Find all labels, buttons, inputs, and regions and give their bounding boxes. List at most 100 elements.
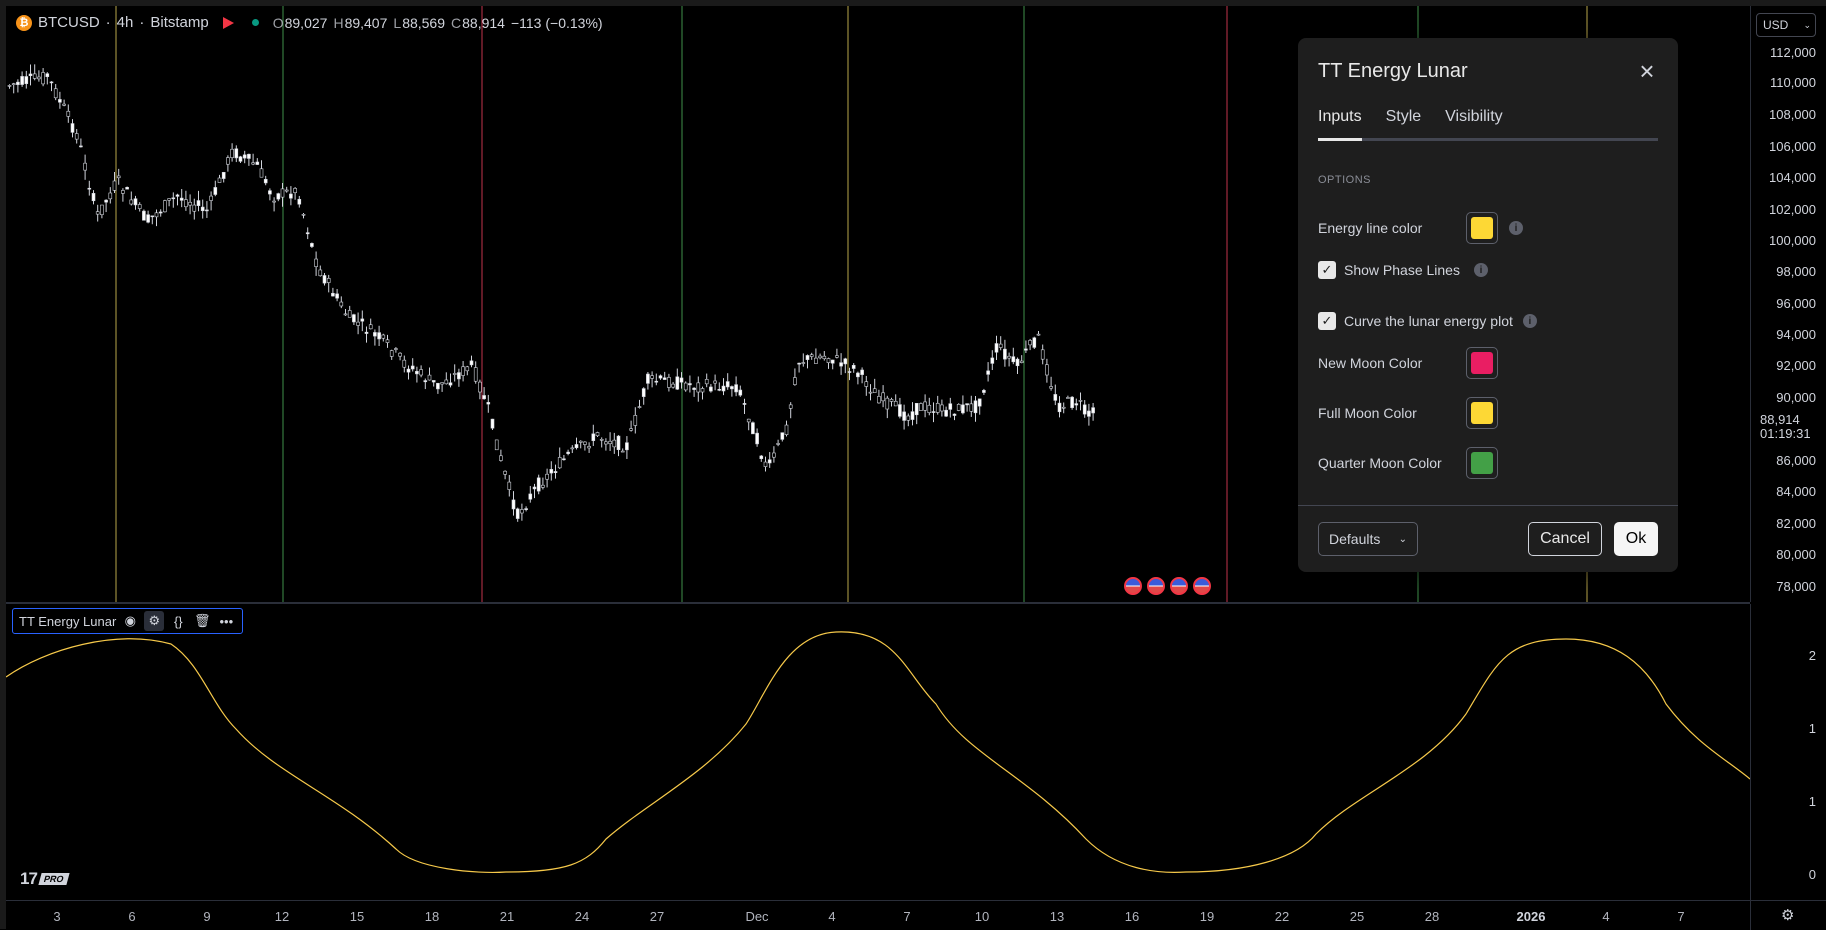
candle-body <box>503 470 507 475</box>
candle-body <box>1078 400 1083 402</box>
time-tick-label: 9 <box>203 909 211 924</box>
tab-inputs[interactable]: Inputs <box>1318 108 1362 141</box>
symbol-interval[interactable]: 4h <box>117 14 134 31</box>
candle-body <box>221 172 226 179</box>
flag-icon[interactable] <box>222 16 234 29</box>
candle-body <box>696 382 701 393</box>
info-icon[interactable]: i <box>1509 221 1523 235</box>
full-moon-color-swatch[interactable] <box>1466 397 1498 429</box>
candle-body <box>1036 333 1041 336</box>
eye-icon[interactable]: ◉ <box>120 611 140 631</box>
time-tick-label: 7 <box>903 909 911 924</box>
source-code-icon[interactable]: {} <box>168 611 188 631</box>
energy-line-color-swatch[interactable] <box>1466 212 1498 244</box>
candle-body <box>125 187 129 190</box>
candle-body <box>263 179 268 184</box>
candle-body <box>662 377 667 380</box>
candle-body <box>11 83 16 85</box>
show-phase-lines-label[interactable]: Show Phase Lines <box>1344 262 1460 278</box>
candle-body <box>738 389 743 396</box>
ohlc-values: O89,027 H89,407 L88,569 C88,914 −113 (−0… <box>273 15 603 31</box>
candle-body <box>868 391 873 394</box>
bar-countdown: 01:19:31 <box>1760 426 1811 441</box>
color-fill <box>1471 452 1493 474</box>
us-event-icon[interactable] <box>1193 577 1211 595</box>
candle-body <box>16 81 20 85</box>
us-event-icon[interactable] <box>1170 577 1188 595</box>
candle-body <box>751 422 755 435</box>
full-moon-color-label: Full Moon Color <box>1318 405 1417 421</box>
candle-body <box>633 415 638 426</box>
candle-body <box>889 399 894 402</box>
candle-body <box>154 212 159 218</box>
close-icon[interactable]: × <box>1634 58 1660 84</box>
tab-style[interactable]: Style <box>1386 108 1422 138</box>
quarter-moon-color-row: Quarter Moon Color <box>1318 455 1442 471</box>
time-axis[interactable]: 3 6 9 12 15 18 21 24 27 Dec 4 7 10 13 16 19 22 25 28 2026 4 7 <box>6 900 1750 930</box>
chevron-down-icon: ⌄ <box>1803 19 1811 30</box>
curve-plot-row[interactable]: ✓ Curve the lunar energy plot i <box>1318 312 1537 330</box>
candle-body <box>1049 386 1053 389</box>
time-tick-label: 12 <box>274 909 290 924</box>
candle-body <box>368 324 373 330</box>
candle-body <box>801 362 806 364</box>
candle-body <box>507 481 512 490</box>
legend-separator: · <box>105 14 111 31</box>
settings-icon[interactable]: ⚙ <box>1781 906 1794 924</box>
cancel-button[interactable]: Cancel <box>1528 522 1602 556</box>
candle-body <box>788 404 793 409</box>
oscillator-pane[interactable] <box>6 604 1750 900</box>
candle-body <box>310 243 314 247</box>
show-phase-lines-checkbox[interactable]: ✓ <box>1318 261 1336 279</box>
candle-body <box>158 211 163 214</box>
candle-body <box>196 200 201 206</box>
show-phase-lines-row[interactable]: ✓ Show Phase Lines i <box>1318 261 1488 279</box>
candle-body <box>284 189 289 192</box>
candle-body <box>839 362 843 367</box>
curve-plot-checkbox[interactable]: ✓ <box>1318 312 1336 330</box>
us-event-icon[interactable] <box>1147 577 1165 595</box>
tradingview-logo[interactable]: 17 PRO <box>20 869 70 889</box>
candle-body <box>150 215 155 218</box>
info-icon[interactable]: i <box>1473 263 1488 277</box>
color-fill <box>1471 402 1493 424</box>
candle-body <box>163 200 167 213</box>
indicator-name[interactable]: TT Energy Lunar <box>19 614 116 629</box>
symbol-name[interactable]: BTCUSD <box>38 14 100 31</box>
time-tick-label: 24 <box>574 909 590 924</box>
time-tick-label: 13 <box>1049 909 1065 924</box>
curve-plot-label[interactable]: Curve the lunar energy plot <box>1344 313 1513 329</box>
quarter-moon-color-swatch[interactable] <box>1466 447 1498 479</box>
ok-button[interactable]: Ok <box>1614 522 1658 556</box>
candle-body <box>45 73 50 78</box>
candle-body <box>835 355 839 358</box>
candle-body <box>814 357 818 364</box>
more-icon[interactable]: ••• <box>216 611 236 631</box>
info-icon[interactable]: i <box>1522 314 1537 328</box>
dialog-footer-divider <box>1298 505 1678 506</box>
us-event-icon[interactable] <box>1124 577 1142 595</box>
trash-icon[interactable]: 🗑 <box>192 611 212 631</box>
defaults-dropdown[interactable]: Defaults ⌄ <box>1318 522 1418 556</box>
candle-body <box>188 201 192 206</box>
candle-body <box>398 352 402 357</box>
new-moon-color-swatch[interactable] <box>1466 347 1498 379</box>
candle-body <box>322 275 327 284</box>
candle-body <box>973 400 978 414</box>
candle-body <box>952 413 957 416</box>
settings-icon[interactable]: ⚙ <box>144 611 165 631</box>
candle-body <box>1019 360 1024 363</box>
candle-body <box>331 292 335 297</box>
candle-body <box>83 162 87 171</box>
tab-visibility[interactable]: Visibility <box>1445 108 1503 138</box>
candle-body <box>528 493 533 500</box>
candle-body <box>956 404 961 411</box>
time-tick-label: 15 <box>349 909 365 924</box>
indicator-legend[interactable]: TT Energy Lunar ◉ ⚙ {} 🗑 ••• <box>12 608 244 634</box>
candle-body <box>95 211 100 215</box>
axis-settings[interactable]: ⚙ <box>1750 900 1826 930</box>
candle-body <box>725 381 730 388</box>
dialog-title: TT Energy Lunar <box>1318 60 1468 82</box>
currency-button[interactable]: USD ⌄ <box>1756 13 1816 37</box>
candle-body <box>641 388 646 397</box>
